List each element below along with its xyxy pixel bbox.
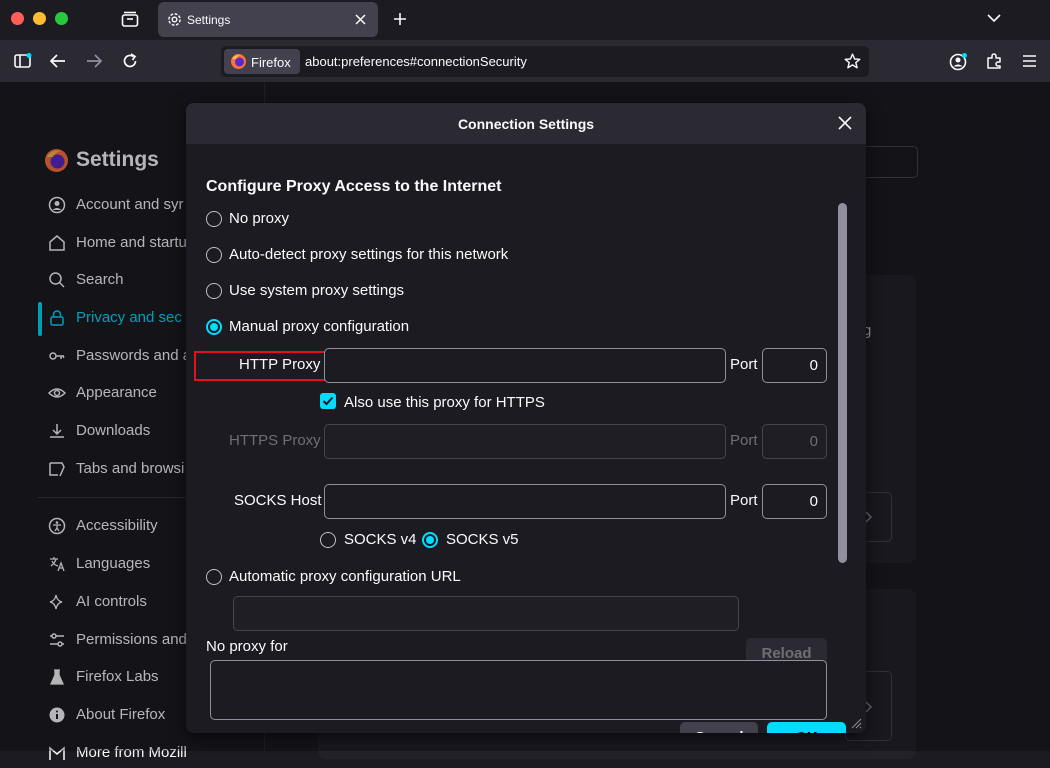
- identity-label: Firefox: [251, 55, 291, 70]
- url-bar[interactable]: Firefox about:preferences#connectionSecu…: [221, 46, 869, 77]
- https-proxy-input[interactable]: [324, 424, 726, 459]
- gear-icon: [168, 13, 181, 26]
- socks-port-value: 0: [809, 493, 818, 510]
- section-title: Configure Proxy Access to the Internet: [206, 178, 502, 195]
- auto-config-url-label[interactable]: Automatic proxy configuration URL: [229, 568, 461, 585]
- forward-arrow-icon[interactable]: [86, 54, 102, 68]
- extensions-icon[interactable]: [986, 52, 1003, 70]
- socks-v4-radio[interactable]: [320, 532, 336, 548]
- ok-button[interactable]: OK: [767, 722, 846, 733]
- cancel-button[interactable]: Cancel: [680, 722, 758, 733]
- tab-strip: Settings: [0, 0, 1050, 40]
- socks-port-label: Port: [730, 492, 758, 509]
- minimize-window-button[interactable]: [33, 12, 46, 25]
- http-proxy-label: HTTP Proxy: [239, 356, 321, 373]
- http-port-value: 0: [809, 357, 818, 374]
- system-proxy-label[interactable]: Use system proxy settings: [229, 282, 404, 299]
- http-proxy-input[interactable]: [324, 348, 726, 383]
- dialog-title: Connection Settings: [457, 116, 595, 132]
- socks-v4-label[interactable]: SOCKS v4: [344, 531, 417, 548]
- http-port-label: Port: [730, 356, 758, 373]
- https-port-input[interactable]: 0: [762, 424, 827, 459]
- https-port-label: Port: [730, 432, 758, 449]
- https-port-value: 0: [809, 433, 818, 450]
- no-proxy-for-label: No proxy for: [206, 638, 288, 655]
- menu-icon[interactable]: [1023, 55, 1036, 67]
- socks-host-input[interactable]: [324, 484, 726, 519]
- sidebar-toggle-icon[interactable]: [14, 53, 32, 69]
- maximize-window-button[interactable]: [55, 12, 68, 25]
- checkmark-icon: [322, 396, 334, 406]
- https-proxy-label: HTTPS Proxy: [229, 432, 321, 449]
- http-port-input[interactable]: 0: [762, 348, 827, 383]
- identity-box[interactable]: Firefox: [224, 49, 300, 74]
- reload-icon[interactable]: [122, 53, 138, 69]
- bookmark-star-icon[interactable]: [844, 53, 861, 70]
- system-proxy-radio[interactable]: [206, 283, 222, 299]
- https-same-proxy-label[interactable]: Also use this proxy for HTTPS: [344, 394, 545, 411]
- no-proxy-for-textarea[interactable]: [210, 660, 827, 720]
- auto-detect-label[interactable]: Auto-detect proxy settings for this netw…: [229, 246, 508, 263]
- close-window-button[interactable]: [11, 12, 24, 25]
- dialog-header: Connection Settings: [186, 103, 866, 145]
- dialog-body: Configure Proxy Access to the Internet N…: [186, 145, 866, 733]
- new-tab-icon[interactable]: [393, 12, 407, 26]
- no-proxy-radio[interactable]: [206, 211, 222, 227]
- close-tab-icon[interactable]: [355, 14, 366, 25]
- https-same-proxy-checkbox[interactable]: [320, 393, 336, 409]
- scrollbar-thumb[interactable]: [838, 203, 847, 563]
- socks-v5-radio[interactable]: [422, 532, 438, 548]
- socks-port-input[interactable]: 0: [762, 484, 827, 519]
- manual-proxy-label[interactable]: Manual proxy configuration: [229, 318, 409, 335]
- tab-title: Settings: [187, 13, 231, 27]
- no-proxy-label[interactable]: No proxy: [229, 210, 289, 227]
- socks-v5-label[interactable]: SOCKS v5: [446, 531, 519, 548]
- back-arrow-icon[interactable]: [50, 54, 66, 68]
- tab-settings[interactable]: Settings: [158, 2, 378, 37]
- firefox-view-icon[interactable]: [121, 11, 139, 28]
- auto-config-url-radio[interactable]: [206, 569, 222, 585]
- url-text[interactable]: about:preferences#connectionSecurity: [305, 54, 527, 69]
- firefox-logo-icon: [231, 54, 246, 69]
- manual-proxy-radio[interactable]: [206, 319, 222, 335]
- auto-config-url-input[interactable]: [233, 596, 739, 631]
- auto-detect-radio[interactable]: [206, 247, 222, 263]
- navigation-toolbar: Firefox about:preferences#connectionSecu…: [0, 40, 1050, 82]
- socks-host-label: SOCKS Host: [234, 492, 322, 509]
- chevron-down-icon[interactable]: [987, 14, 1001, 23]
- account-icon[interactable]: [949, 52, 968, 71]
- connection-settings-dialog: Connection Settings Configure Proxy Acce…: [186, 103, 866, 733]
- resize-grip-icon[interactable]: [850, 717, 862, 729]
- close-icon[interactable]: [837, 115, 853, 131]
